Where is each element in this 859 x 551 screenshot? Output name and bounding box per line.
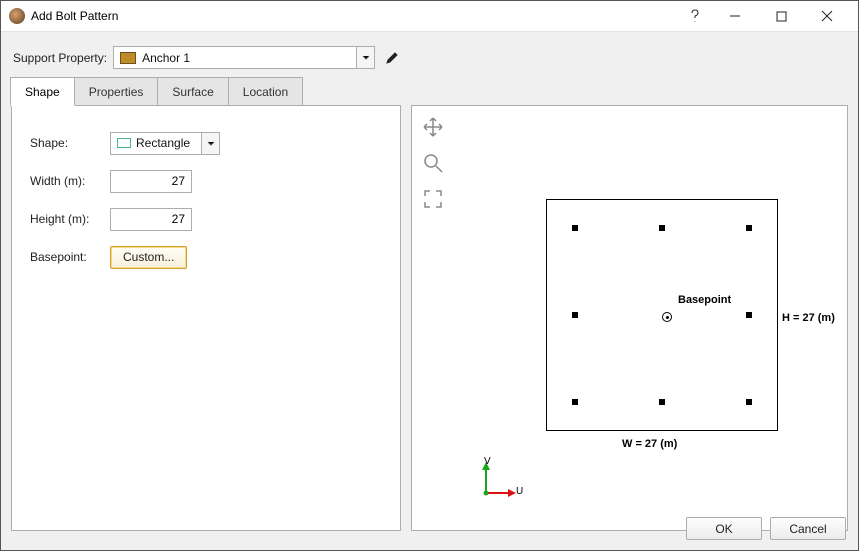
bolt-point — [572, 399, 578, 405]
bolt-point — [572, 312, 578, 318]
shape-value: Rectangle — [136, 136, 201, 150]
shape-combo[interactable]: Rectangle — [110, 132, 220, 155]
tab-surface[interactable]: Surface — [157, 77, 228, 105]
axis-u-label: U — [516, 486, 523, 497]
width-input[interactable] — [110, 170, 192, 193]
basepoint-custom-button[interactable]: Custom... — [110, 246, 187, 269]
axis-v-label: V — [484, 456, 491, 467]
titlebar: Add Bolt Pattern — [1, 1, 858, 31]
basepoint-label-preview: Basepoint — [678, 294, 731, 306]
dim-h-label: H = 27 (m) — [782, 312, 835, 324]
preview-panel: Basepoint H = 27 (m) W = 27 (m) V U — [411, 105, 848, 531]
support-property-combo[interactable]: Anchor 1 — [113, 46, 375, 69]
bolt-point — [572, 225, 578, 231]
uv-axes: V U — [470, 458, 530, 508]
help-button[interactable] — [678, 1, 712, 31]
dim-w-label: W = 27 (m) — [622, 438, 677, 450]
zoom-icon[interactable] — [420, 150, 446, 176]
preview-tools — [420, 114, 446, 212]
support-property-value: Anchor 1 — [142, 51, 356, 65]
height-input[interactable] — [110, 208, 192, 231]
app-icon — [9, 8, 25, 24]
ok-button[interactable]: OK — [686, 517, 762, 540]
support-property-row: Support Property: Anchor 1 — [13, 46, 848, 69]
tab-shape[interactable]: Shape — [10, 77, 75, 106]
tab-label: Properties — [89, 85, 144, 99]
basepoint-marker — [662, 312, 672, 322]
basepoint-label: Basepoint: — [30, 250, 110, 264]
tab-label: Surface — [172, 85, 213, 99]
support-swatch — [120, 52, 136, 64]
rectangle-icon — [117, 138, 131, 148]
tab-label: Location — [243, 85, 288, 99]
dialog-buttons: OK Cancel — [686, 517, 846, 540]
tab-label: Shape — [25, 85, 60, 99]
edit-icon[interactable] — [381, 51, 403, 65]
support-property-label: Support Property: — [13, 51, 107, 65]
pan-icon[interactable] — [420, 114, 446, 140]
tab-location[interactable]: Location — [228, 77, 303, 105]
bolt-point — [746, 225, 752, 231]
maximize-button[interactable] — [758, 1, 804, 31]
cancel-button[interactable]: Cancel — [770, 517, 846, 540]
preview-area[interactable]: Basepoint H = 27 (m) W = 27 (m) V U — [452, 114, 839, 522]
bolt-point — [659, 225, 665, 231]
tabs: Shape Properties Surface Location — [10, 77, 302, 105]
left-panel-wrapper: Shape Properties Surface Location Shape:… — [11, 105, 401, 531]
close-button[interactable] — [804, 1, 850, 31]
minimize-button[interactable] — [712, 1, 758, 31]
chevron-down-icon[interactable] — [201, 133, 219, 154]
height-label: Height (m): — [30, 212, 110, 226]
width-label: Width (m): — [30, 174, 110, 188]
left-panel: Shape: Rectangle Width (m): Height (m): — [11, 105, 401, 531]
shape-form: Shape: Rectangle Width (m): Height (m): — [12, 106, 400, 306]
fit-icon[interactable] — [420, 186, 446, 212]
bolt-point — [659, 399, 665, 405]
dialog-body: Support Property: Anchor 1 Shape Propert… — [1, 31, 858, 550]
shape-label: Shape: — [30, 136, 110, 150]
window-title: Add Bolt Pattern — [31, 9, 118, 23]
bolt-point — [746, 312, 752, 318]
chevron-down-icon[interactable] — [356, 47, 374, 68]
bolt-point — [746, 399, 752, 405]
tab-properties[interactable]: Properties — [74, 77, 159, 105]
